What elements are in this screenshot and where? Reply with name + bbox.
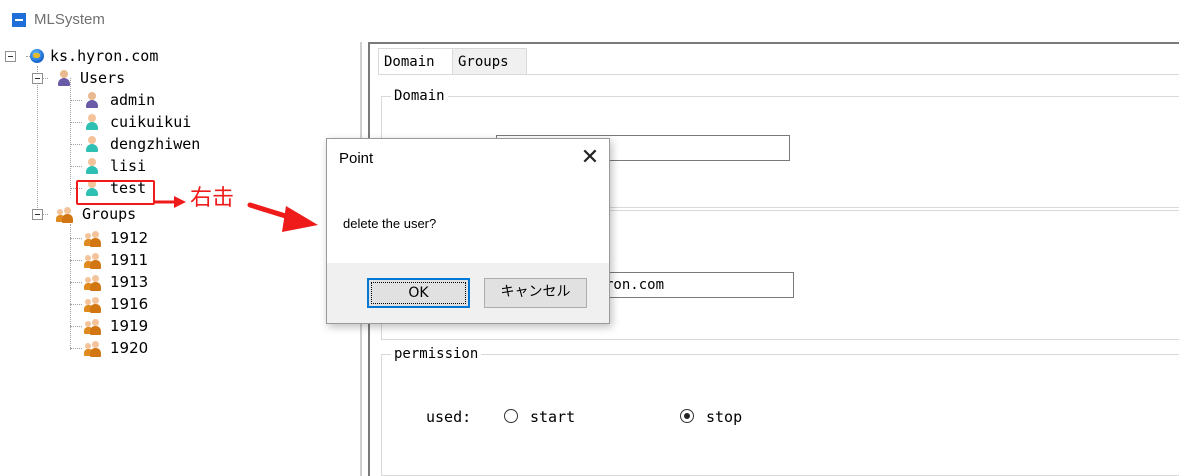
tree-item-label: lisi xyxy=(110,157,147,175)
tab-divider xyxy=(378,74,1179,75)
dialog-message: delete the user? xyxy=(343,216,437,231)
dialog-title: Point xyxy=(339,150,374,167)
groups-collapse-toggle[interactable] xyxy=(32,209,43,220)
tree-item-label: 1916 xyxy=(110,295,149,313)
confirm-dialog: Point ✕ delete the user? OK キャンセル xyxy=(326,138,610,324)
app-window-icon xyxy=(12,13,26,27)
ok-button[interactable]: OK xyxy=(367,278,470,308)
annotation-right-click-label: 右击 xyxy=(190,186,235,211)
domain-host-field[interactable]: ron.com xyxy=(600,272,794,298)
group-icon xyxy=(56,206,73,224)
window-title: MLSystem xyxy=(34,11,105,28)
tree-node-users-label: Users xyxy=(80,69,126,87)
start-radio-label[interactable]: start xyxy=(530,408,575,426)
group-icon xyxy=(84,230,101,248)
globe-icon xyxy=(30,49,44,63)
cancel-button[interactable]: キャンセル xyxy=(484,278,587,308)
start-radio[interactable] xyxy=(504,409,518,423)
group-icon xyxy=(84,274,101,292)
group-icon xyxy=(84,252,101,270)
tree-item-label: 1919 xyxy=(110,317,149,335)
group-icon xyxy=(84,318,101,336)
tree-item-label: 1920 xyxy=(110,339,149,357)
admin-user-icon xyxy=(84,91,100,109)
group-icon xyxy=(84,340,101,358)
tree-node-domain-label: ks.hyron.com xyxy=(50,47,159,65)
user-icon xyxy=(84,113,100,131)
group-icon xyxy=(84,296,101,314)
permission-groupbox xyxy=(381,354,1179,476)
stop-radio-label[interactable]: stop xyxy=(706,408,742,426)
domain-groupbox-legend: Domain xyxy=(391,88,448,104)
annotation-highlight-box xyxy=(76,180,155,205)
user-icon xyxy=(84,135,100,153)
user-icon xyxy=(84,157,100,175)
tree-item-label: 1913 xyxy=(110,273,149,291)
used-label: used: xyxy=(426,408,472,426)
tree-view[interactable]: ks.hyron.com Users admin cuikuikui dengz… xyxy=(0,42,362,476)
root-collapse-toggle[interactable] xyxy=(5,51,16,62)
tab-groups[interactable]: Groups xyxy=(452,48,527,74)
tree-item-label: 1912 xyxy=(110,229,149,247)
title-bar: MLSystem xyxy=(0,0,1179,40)
tree-node-groups-label: Groups xyxy=(82,205,137,223)
tree-item-label: dengzhiwen xyxy=(110,135,201,153)
users-collapse-toggle[interactable] xyxy=(32,73,43,84)
permission-groupbox-legend: permission xyxy=(391,346,482,362)
tree-item-label: admin xyxy=(110,91,156,109)
stop-radio[interactable] xyxy=(680,409,694,423)
users-folder-icon xyxy=(56,69,72,87)
tab-domain[interactable]: Domain xyxy=(378,48,452,74)
tree-item-label: cuikuikui xyxy=(110,113,192,131)
close-icon[interactable]: ✕ xyxy=(575,143,605,171)
tree-item-label: 1911 xyxy=(110,251,149,269)
